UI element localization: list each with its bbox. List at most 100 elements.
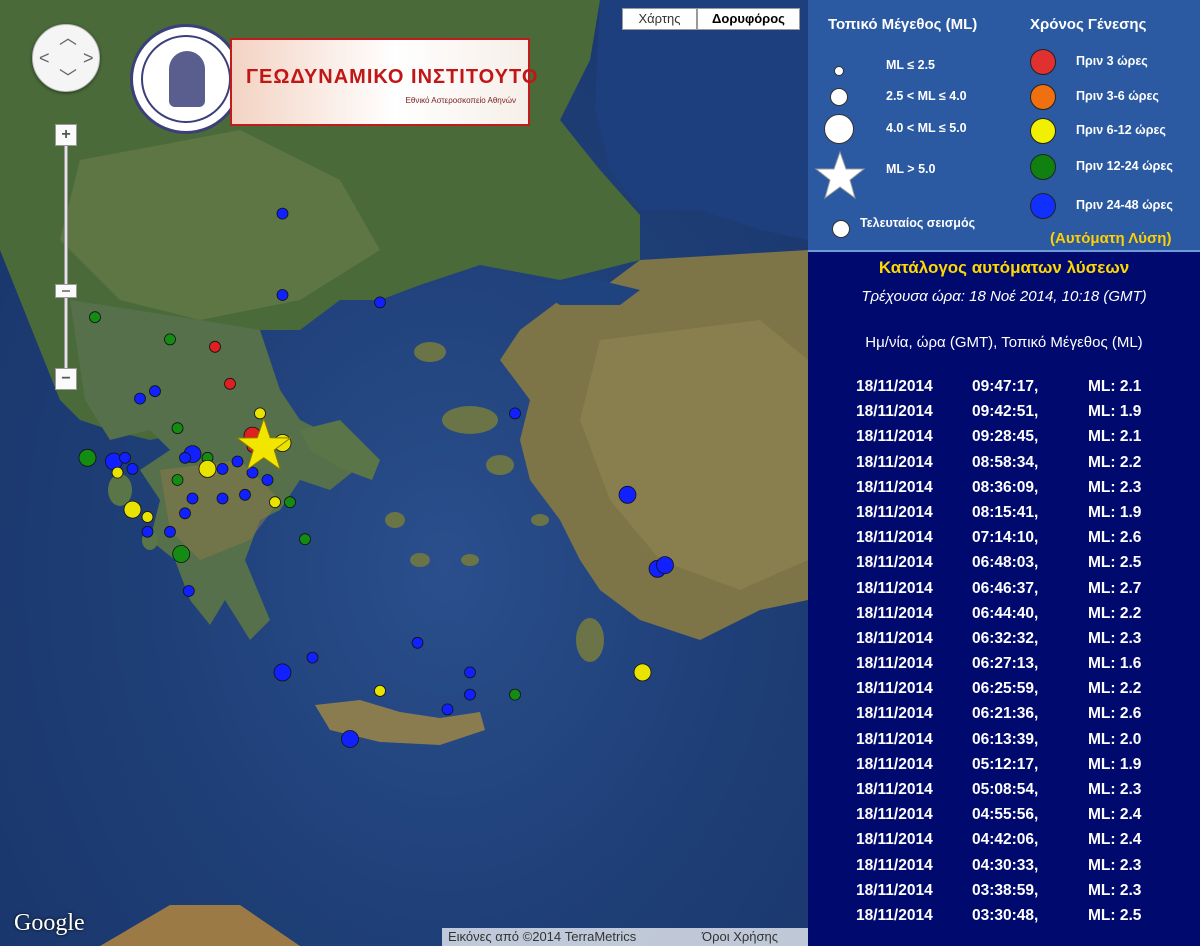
earthquake-marker[interactable]: [164, 525, 176, 538]
earthquake-marker[interactable]: [216, 462, 229, 475]
earthquake-marker[interactable]: [306, 651, 319, 664]
google-logo: Google: [14, 910, 85, 936]
earthquake-marker[interactable]: [78, 448, 97, 467]
zoom-slider-track[interactable]: [64, 140, 68, 372]
entry-date: 18/11/2014: [856, 856, 933, 874]
entry-time: 06:48:03,: [972, 554, 1039, 572]
entry-time: 08:15:41,: [972, 503, 1039, 521]
earthquake-marker[interactable]: [464, 666, 476, 679]
earthquake-marker[interactable]: [374, 685, 386, 697]
zoom-out-button[interactable]: −: [55, 368, 77, 390]
pan-left-icon[interactable]: <: [39, 49, 50, 67]
entry-time: 07:14:10,: [972, 529, 1039, 547]
earthquake-marker[interactable]: [618, 485, 637, 504]
terms-link[interactable]: Όροι Χρήσης: [702, 928, 778, 946]
earthquake-marker[interactable]: [656, 556, 674, 574]
earthquake-marker[interactable]: [509, 688, 521, 701]
earthquake-marker[interactable]: [509, 407, 521, 420]
pan-control[interactable]: ︿ ﹀ < >: [32, 24, 100, 92]
earthquake-marker[interactable]: [171, 422, 184, 435]
earthquake-marker[interactable]: [374, 296, 386, 309]
entry-date: 18/11/2014: [856, 403, 933, 421]
entry-date: 18/11/2014: [856, 579, 933, 597]
map-view[interactable]: Χάρτης Δορυφόρος ︿ ﹀ < > + − ΓΕΩΔΥΝΑΜΙΚΟ…: [0, 0, 808, 946]
earthquake-marker[interactable]: [171, 474, 184, 486]
earthquake-marker[interactable]: [179, 507, 191, 520]
earthquake-marker[interactable]: [411, 636, 424, 649]
earthquake-marker[interactable]: [123, 500, 142, 519]
legend-time-2: Πριν 3-6 ώρες: [1076, 89, 1159, 103]
catalog-entry: 18/11/2014 06:32:32, ML: 2.3: [856, 630, 1196, 655]
earthquake-marker[interactable]: [179, 451, 191, 464]
earthquake-marker[interactable]: [273, 663, 292, 682]
entry-magnitude: ML: 2.4: [1088, 806, 1142, 824]
color-blue-icon: [1030, 193, 1056, 219]
institute-subtitle: Εθνικό Αστεροσκοπείο Αθηνών: [405, 96, 516, 105]
legend-mag-1: ML ≤ 2.5: [886, 58, 936, 72]
earthquake-marker[interactable]: [141, 511, 154, 523]
legend-time-4: Πριν 12-24 ώρες: [1076, 159, 1173, 173]
earthquake-marker[interactable]: [341, 730, 359, 748]
main-event-star-icon[interactable]: [235, 417, 292, 471]
earthquake-marker[interactable]: [299, 533, 311, 546]
earthquake-marker[interactable]: [126, 462, 139, 475]
entry-time: 08:36:09,: [972, 478, 1039, 496]
entry-time: 03:30:48,: [972, 906, 1039, 924]
earthquake-marker[interactable]: [111, 466, 124, 479]
earthquake-marker[interactable]: [164, 333, 176, 346]
pan-down-icon[interactable]: ﹀: [59, 69, 77, 87]
entry-date: 18/11/2014: [856, 881, 933, 899]
earthquake-marker[interactable]: [209, 340, 221, 353]
legend-mag-2: 2.5 < ML ≤ 4.0: [886, 89, 967, 103]
earthquake-layer: [78, 207, 674, 748]
earthquake-marker[interactable]: [441, 703, 454, 716]
entry-magnitude: ML: 2.2: [1088, 453, 1142, 471]
zoom-slider-handle[interactable]: [55, 284, 77, 298]
catalog-entry: 18/11/2014 04:55:56, ML: 2.4: [856, 806, 1196, 831]
earthquake-marker[interactable]: [239, 488, 251, 501]
pan-up-icon[interactable]: ︿: [59, 29, 77, 47]
earthquake-marker[interactable]: [216, 492, 229, 505]
earthquake-marker[interactable]: [141, 525, 154, 538]
pan-right-icon[interactable]: >: [83, 49, 94, 67]
earthquake-marker[interactable]: [186, 492, 199, 505]
entry-magnitude: ML: 2.7: [1088, 579, 1142, 597]
logo-banner: ΓΕΩΔΥΝΑΜΙΚΟ ΙΝΣΤΙΤΟΥΤΟ Εθνικό Αστεροσκοπ…: [230, 38, 539, 126]
earthquake-marker[interactable]: [89, 311, 101, 324]
map-type-map-button[interactable]: Χάρτης: [622, 8, 697, 30]
earthquake-marker[interactable]: [149, 385, 161, 398]
zoom-in-button[interactable]: +: [55, 124, 77, 146]
earthquake-marker[interactable]: [134, 392, 146, 405]
legend-panel: Τοπικό Μέγεθος (ML) Χρόνος Γένεσης ML ≤ …: [808, 0, 1200, 252]
entry-date: 18/11/2014: [856, 478, 933, 496]
earthquake-marker[interactable]: [464, 688, 476, 701]
earthquake-marker[interactable]: [269, 496, 281, 509]
earthquake-marker[interactable]: [224, 377, 236, 390]
catalog-entry: 18/11/2014 08:58:34, ML: 2.2: [856, 454, 1196, 479]
earthquake-marker[interactable]: [261, 474, 274, 486]
catalog-entry: 18/11/2014 06:21:36, ML: 2.6: [856, 705, 1196, 730]
entry-date: 18/11/2014: [856, 604, 933, 622]
earthquake-marker[interactable]: [276, 289, 289, 301]
entry-date: 18/11/2014: [856, 554, 933, 572]
catalog-panel: Κατάλογος αυτόματων λύσεων Τρέχουσα ώρα:…: [808, 252, 1200, 946]
legend-time-5: Πριν 24-48 ώρες: [1076, 198, 1173, 212]
entry-time: 05:12:17,: [972, 755, 1039, 773]
earthquake-marker[interactable]: [276, 207, 289, 220]
earthquake-marker[interactable]: [172, 545, 191, 563]
map-type-satellite-button[interactable]: Δορυφόρος: [697, 8, 800, 30]
map-attribution: Εικόνες από ©2014 TerraMetrics Όροι Χρήσ…: [442, 928, 808, 946]
earthquake-marker[interactable]: [284, 496, 296, 509]
entry-date: 18/11/2014: [856, 453, 933, 471]
entry-time: 06:25:59,: [972, 680, 1039, 698]
earthquake-marker[interactable]: [633, 663, 652, 682]
catalog-entry: 18/11/2014 09:42:51, ML: 1.9: [856, 403, 1196, 428]
earthquake-marker[interactable]: [254, 407, 266, 420]
institute-name: ΓΕΩΔΥΝΑΜΙΚΟ ΙΝΣΤΙΤΟΥΤΟ: [246, 66, 539, 88]
earthquake-marker[interactable]: [198, 459, 217, 478]
entry-magnitude: ML: 2.5: [1088, 554, 1142, 572]
earthquake-marker[interactable]: [119, 451, 131, 464]
earthquake-marker[interactable]: [182, 585, 195, 597]
entry-time: 06:27:13,: [972, 655, 1039, 673]
earthquake-marker[interactable]: [231, 455, 244, 468]
